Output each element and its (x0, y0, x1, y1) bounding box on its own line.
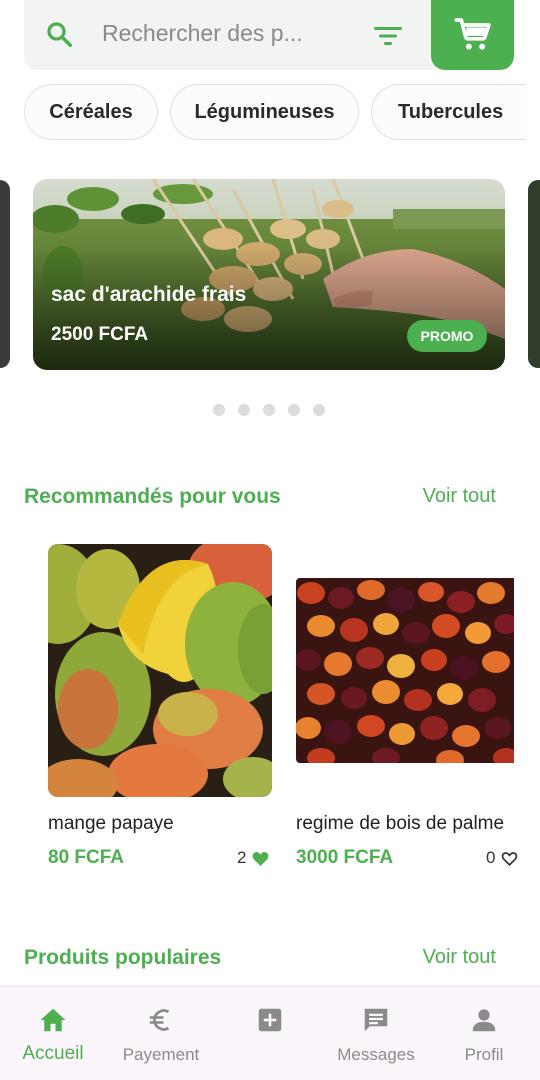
recommended-view-all-link[interactable]: Voir tout (423, 485, 496, 508)
category-chip-legumineuses[interactable]: Légumineuses (170, 84, 359, 140)
carousel-dot[interactable] (313, 404, 325, 416)
popular-section-title: Produits populaires (24, 946, 222, 969)
add-box-icon (258, 1008, 282, 1032)
search-input[interactable]: Rechercher des p... (102, 20, 324, 47)
carousel-dot[interactable] (288, 404, 300, 416)
recommended-section-title: Recommandés pour vous (24, 485, 281, 508)
product-card-image[interactable] (48, 544, 272, 797)
carousel-next-slide[interactable] (528, 180, 540, 368)
category-chip-cereales[interactable]: Céréales (24, 84, 158, 140)
mango-image (48, 544, 272, 797)
nav-item-accueil[interactable]: Accueil (16, 987, 90, 1065)
nav-label: Accueil (22, 1043, 84, 1064)
heart-outline-icon[interactable] (501, 851, 518, 866)
banner-price: 2500 FCFA (51, 324, 149, 345)
nav-label: Profil (464, 1045, 504, 1064)
person-icon (472, 1009, 496, 1032)
heart-filled-icon[interactable] (252, 851, 269, 866)
palm-nuts-image (296, 578, 514, 763)
category-chip-tubercules[interactable]: Tubercules (371, 84, 526, 140)
promo-banner[interactable]: sac d'arachide frais 2500 FCFA PROMO (33, 179, 505, 370)
like-count: 2 (237, 848, 269, 868)
carousel-dot[interactable] (238, 404, 250, 416)
product-price: 3000 FCFA (296, 847, 394, 868)
message-icon (364, 1008, 388, 1032)
product-card-image[interactable] (296, 578, 514, 763)
euro-icon (149, 1009, 170, 1031)
nav-item-payement[interactable]: Payement (116, 987, 206, 1065)
nav-label: Messages (337, 1045, 415, 1064)
product-name: mange papaye (48, 813, 174, 834)
bottom-navigation: Accueil Payement Messages Profil (0, 986, 540, 1080)
home-icon (40, 1008, 66, 1032)
carousel-dot[interactable] (213, 404, 225, 416)
like-count-value: 2 (237, 848, 247, 867)
like-count-value: 0 (486, 848, 496, 867)
carousel-indicator (213, 404, 325, 416)
product-price: 80 FCFA (48, 847, 125, 868)
carousel-prev-slide[interactable] (0, 180, 10, 368)
nav-label: Payement (122, 1045, 200, 1064)
carousel-dot[interactable] (263, 404, 275, 416)
nav-item-add[interactable] (248, 987, 292, 1045)
banner-title: sac d'arachide frais (51, 283, 247, 306)
promo-badge: PROMO (407, 320, 487, 352)
filter-icon[interactable] (372, 22, 404, 50)
popular-view-all-link[interactable]: Voir tout (423, 946, 496, 969)
cart-icon (454, 18, 491, 50)
like-count: 0 (486, 848, 518, 868)
product-name: regime de bois de palme (296, 813, 505, 834)
search-icon[interactable] (44, 19, 74, 49)
nav-item-messages[interactable]: Messages (330, 987, 422, 1065)
nav-item-profil[interactable]: Profil (450, 987, 518, 1065)
cart-button[interactable] (431, 0, 514, 70)
